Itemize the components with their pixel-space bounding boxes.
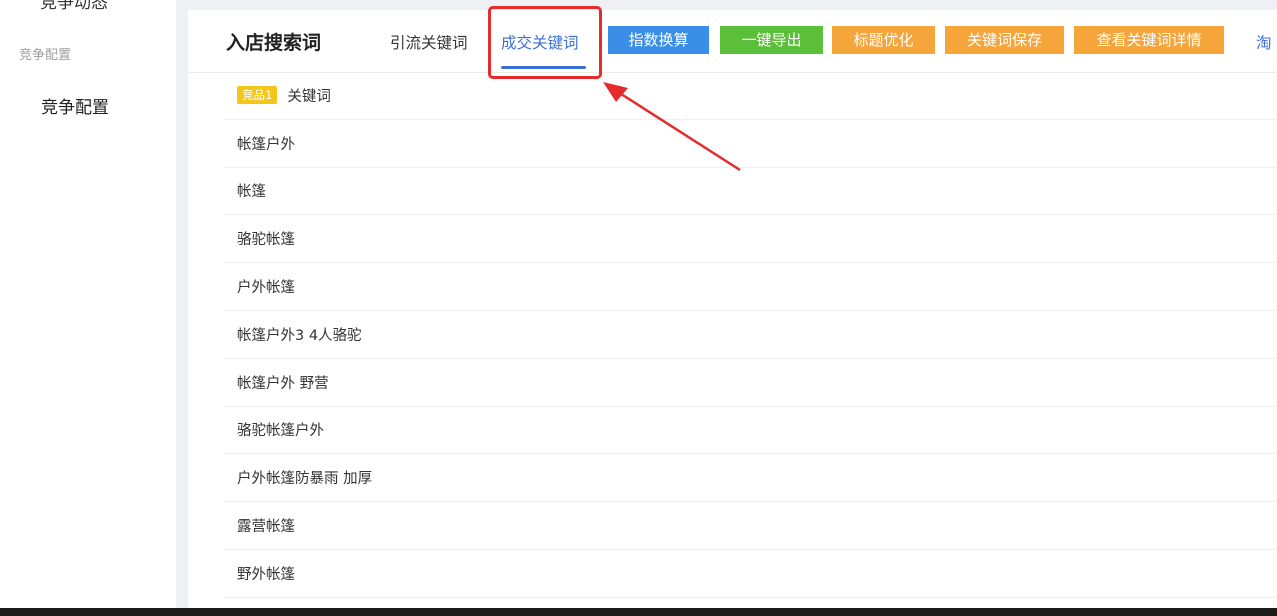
view-keyword-details-button[interactable]: 查看关键词详情 [1074, 26, 1224, 54]
list-item[interactable]: 户外帐篷防暴雨 加厚 [224, 454, 1277, 503]
annotation-highlight-box [488, 6, 602, 79]
layout-gap [176, 0, 188, 608]
list-item[interactable]: 帐篷户外3 4人骆驼 [224, 311, 1277, 359]
sidebar-group-label: 竞争配置 [19, 48, 72, 63]
list-item[interactable]: 户外帐篷 [224, 263, 1277, 311]
list-item[interactable]: 野外帐篷 [224, 550, 1277, 598]
bottom-border [0, 608, 1277, 616]
sidebar: 竞争动态 竞争配置 竞争配置 [0, 0, 176, 608]
keyword-list: 竞品1 关键词 帐篷户外 帐篷 骆驼帐篷 户外帐篷 帐篷户外3 4人骆驼 帐篷户… [224, 72, 1277, 598]
panel-header: 入店搜索词 引流关键词 成交关键词 指数换算 一键导出 标题优化 关键词保存 查… [188, 10, 1277, 73]
title-optimize-button[interactable]: 标题优化 [832, 26, 935, 54]
sidebar-item-competition-config[interactable]: 竞争配置 [41, 93, 109, 118]
page-title: 入店搜索词 [226, 32, 322, 54]
cut-off-link[interactable]: 淘 [1256, 31, 1272, 53]
main-panel: 入店搜索词 引流关键词 成交关键词 指数换算 一键导出 标题优化 关键词保存 查… [188, 10, 1277, 608]
list-header-row: 竞品1 关键词 [224, 72, 1277, 120]
index-convert-button[interactable]: 指数换算 [608, 26, 709, 54]
list-item[interactable]: 帐篷 [224, 168, 1277, 216]
list-item[interactable]: 帐篷户外 [224, 120, 1277, 168]
competitor-badge: 竞品1 [237, 86, 278, 105]
save-keywords-button[interactable]: 关键词保存 [945, 26, 1064, 54]
list-item[interactable]: 骆驼帐篷户外 [224, 407, 1277, 455]
column-header-keyword: 关键词 [287, 88, 331, 105]
tab-traffic-keywords[interactable]: 引流关键词 [390, 31, 468, 53]
list-item[interactable]: 帐篷户外 野营 [224, 359, 1277, 407]
list-item[interactable]: 骆驼帐篷 [224, 215, 1277, 264]
top-band [188, 0, 1277, 10]
sidebar-item-competition-dynamics[interactable]: 竞争动态 [40, 0, 108, 13]
export-button[interactable]: 一键导出 [720, 26, 823, 54]
list-item[interactable]: 露营帐篷 [224, 502, 1277, 550]
